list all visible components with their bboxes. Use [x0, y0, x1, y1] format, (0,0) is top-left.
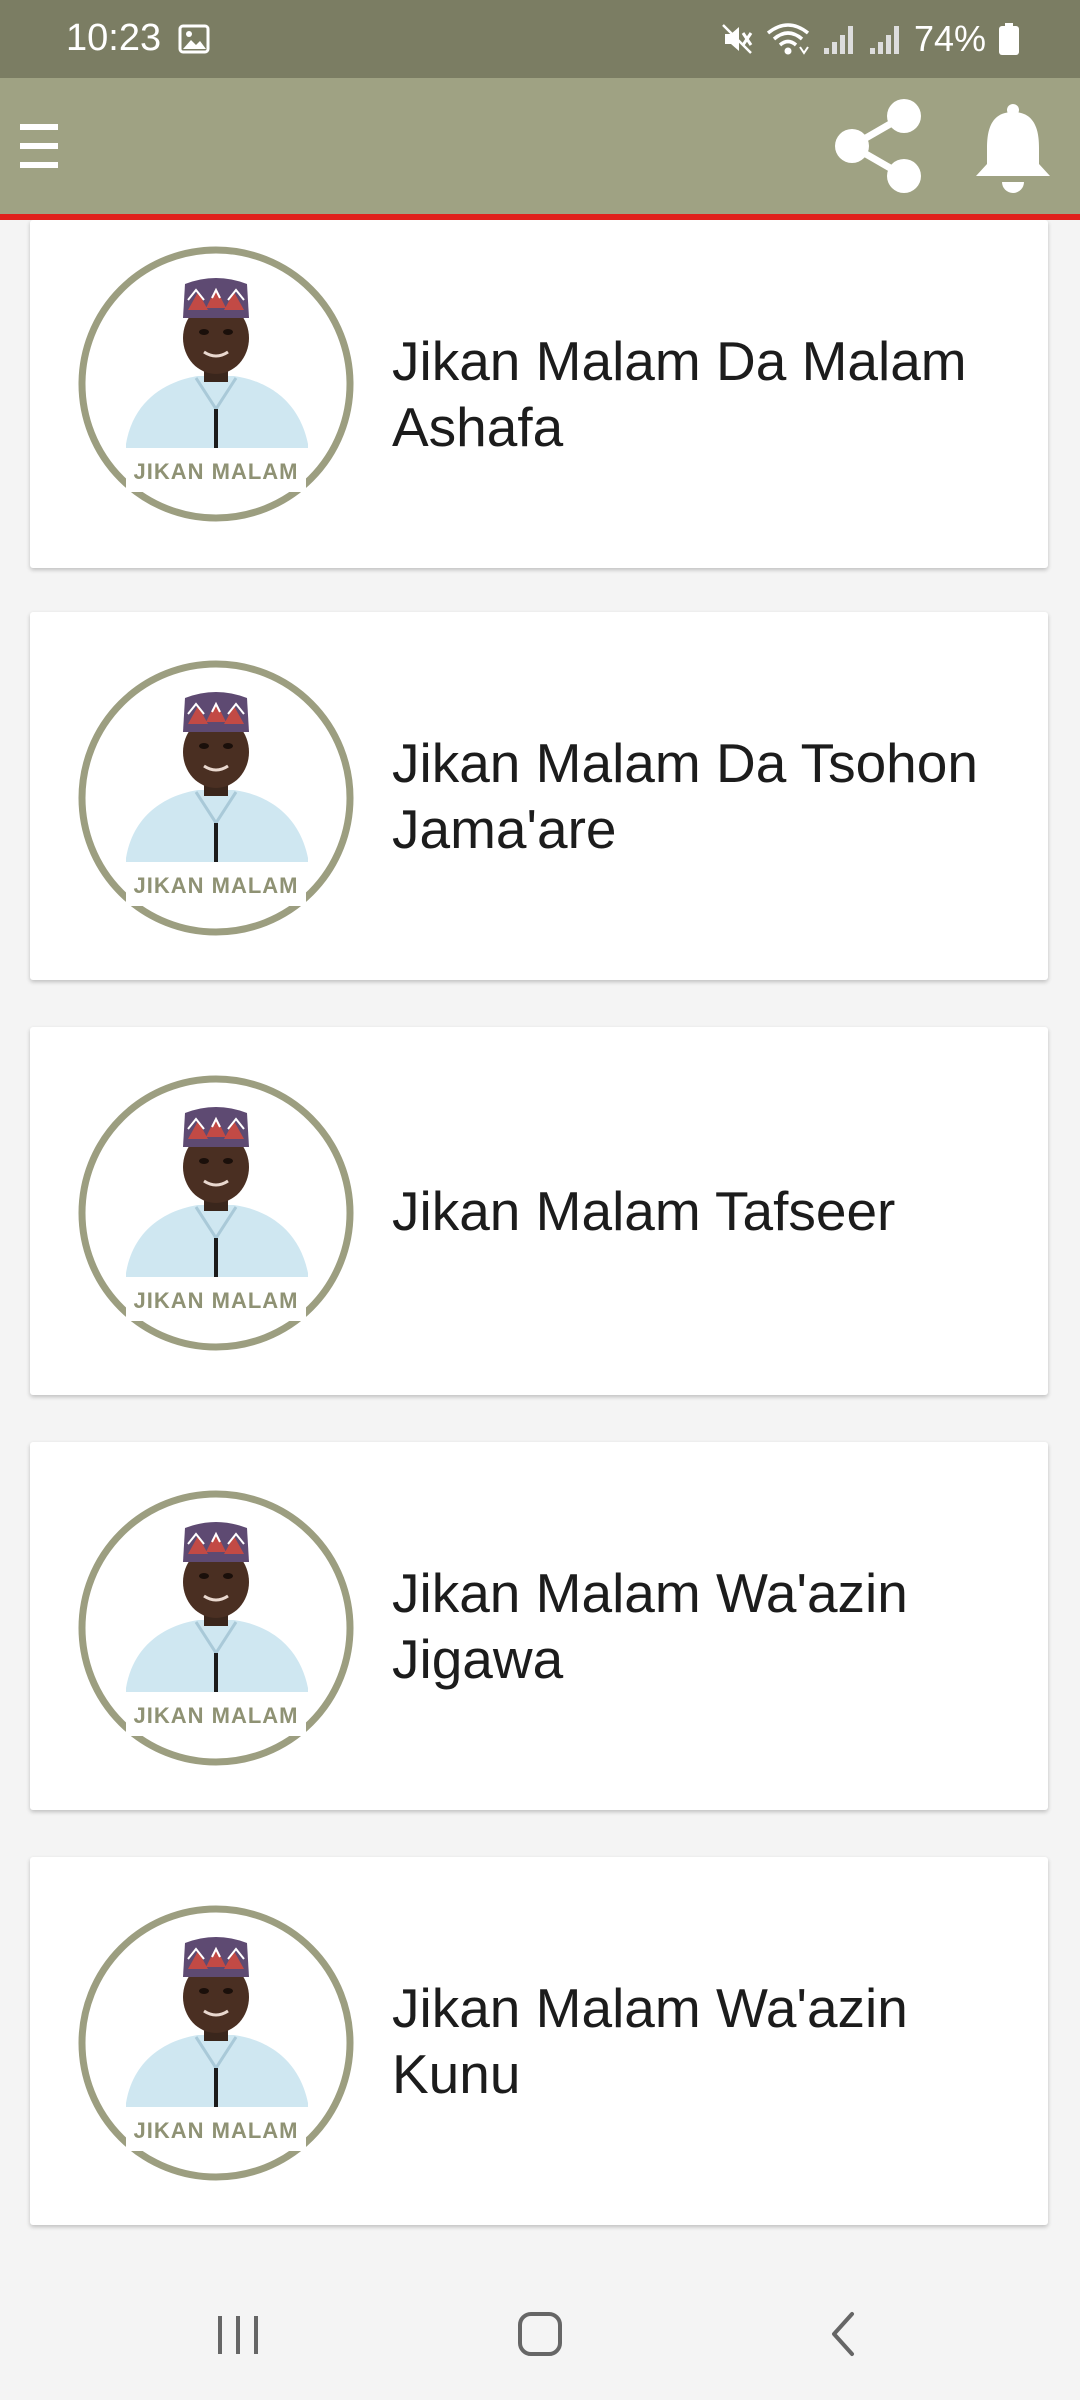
signal-icon [823, 26, 853, 54]
battery-percent: 74% [913, 18, 986, 59]
list-item-title: Jikan Malam Da Malam Ashafa [392, 330, 967, 458]
list-item-title: Jikan Malam Da Tsohon Jama'are [392, 732, 978, 860]
signal-icon [869, 26, 899, 54]
avatar-caption: JIKAN MALAM [134, 1288, 299, 1313]
avatar: JIKAN MALAM [76, 1903, 356, 2183]
status-bar: 10:23 74% [0, 0, 1080, 78]
avatar-caption: JIKAN MALAM [134, 459, 299, 484]
app-bar [0, 78, 1080, 220]
status-time: 10:23 [66, 17, 162, 59]
gallery-icon [178, 24, 210, 54]
menu-icon[interactable] [18, 120, 60, 172]
battery-icon [999, 23, 1019, 55]
status-icons: 74% [720, 14, 1020, 64]
list-item[interactable]: JIKAN MALAM Jikan Malam Tafseer [30, 1027, 1048, 1395]
list-item-title: Jikan Malam Wa'azin Jigawa [392, 1562, 908, 1690]
avatar-caption: JIKAN MALAM [134, 1703, 299, 1728]
back-icon[interactable] [802, 2294, 882, 2374]
list-item-title: Jikan Malam Tafseer [392, 1180, 896, 1242]
avatar-caption: JIKAN MALAM [134, 873, 299, 898]
list-item[interactable]: JIKAN MALAM Jikan Malam Da Malam Ashafa [30, 220, 1048, 568]
share-icon[interactable] [830, 96, 926, 196]
avatar-caption: JIKAN MALAM [134, 2118, 299, 2143]
navigation-bar [0, 2264, 1080, 2400]
recent-apps-icon[interactable] [198, 2294, 278, 2374]
list-item-title: Jikan Malam Wa'azin Kunu [392, 1977, 908, 2105]
list-item[interactable]: JIKAN MALAM Jikan Malam Wa'azin Jigawa [30, 1442, 1048, 1810]
wifi-icon [766, 23, 810, 55]
home-icon[interactable] [500, 2294, 580, 2374]
content-list: JIKAN MALAM Jikan Malam Da Malam Ashafa … [0, 220, 1080, 2264]
list-item[interactable]: JIKAN MALAM Jikan Malam Wa'azin Kunu [30, 1857, 1048, 2225]
list-item[interactable]: JIKAN MALAM Jikan Malam Da Tsohon Jama'a… [30, 612, 1048, 980]
avatar: JIKAN MALAM [76, 658, 356, 938]
avatar: JIKAN MALAM [76, 244, 356, 524]
avatar: JIKAN MALAM [76, 1073, 356, 1353]
avatar: JIKAN MALAM [76, 1488, 356, 1768]
mute-icon [722, 24, 753, 54]
bell-icon[interactable] [972, 102, 1054, 194]
